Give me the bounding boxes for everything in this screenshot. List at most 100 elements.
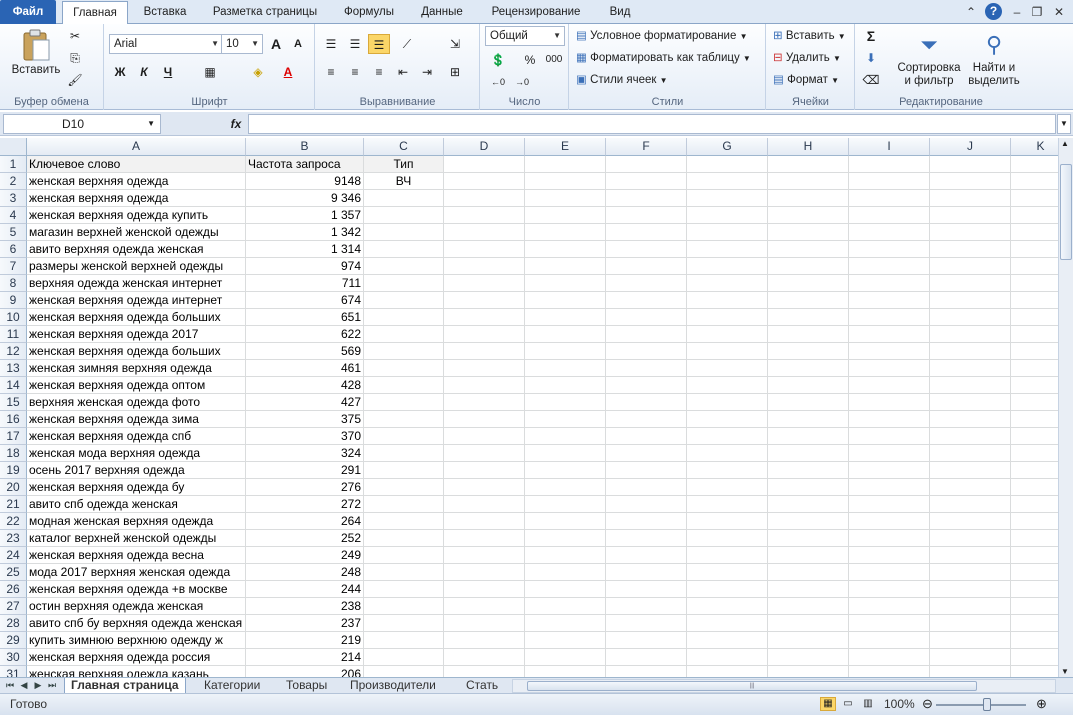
cell-g30[interactable] — [687, 649, 768, 666]
find-select-button[interactable]: ⚲ Найти и выделить — [964, 28, 1024, 88]
cell-b3[interactable]: 9 346 — [246, 190, 364, 207]
cell-h1[interactable] — [768, 156, 849, 173]
cell-d1[interactable] — [444, 156, 525, 173]
align-bottom-icon[interactable]: ☰ — [368, 34, 390, 54]
cell-f9[interactable] — [606, 292, 687, 309]
fill-color-icon[interactable]: ◈ — [247, 62, 269, 82]
next-sheet-icon[interactable]: ▶ — [32, 678, 44, 694]
cell-j5[interactable] — [930, 224, 1011, 241]
cell-e8[interactable] — [525, 275, 606, 292]
cell-f22[interactable] — [606, 513, 687, 530]
row-header[interactable]: 18 — [0, 445, 27, 462]
cell-g13[interactable] — [687, 360, 768, 377]
row-header[interactable]: 8 — [0, 275, 27, 292]
cell-g23[interactable] — [687, 530, 768, 547]
column-header-b[interactable]: B — [246, 138, 364, 156]
cell-k21[interactable] — [1011, 496, 1058, 513]
cell-b25[interactable]: 248 — [246, 564, 364, 581]
column-header-g[interactable]: G — [687, 138, 768, 156]
row-header[interactable]: 31 — [0, 666, 27, 677]
row-header[interactable]: 7 — [0, 258, 27, 275]
formula-input[interactable] — [248, 114, 1056, 134]
cell-j27[interactable] — [930, 598, 1011, 615]
page-break-view-icon[interactable]: ▥ — [860, 697, 876, 711]
tab-data[interactable]: Данные — [410, 0, 474, 24]
cell-e10[interactable] — [525, 309, 606, 326]
cell-g3[interactable] — [687, 190, 768, 207]
cell-g8[interactable] — [687, 275, 768, 292]
cell-i30[interactable] — [849, 649, 930, 666]
cell-d23[interactable] — [444, 530, 525, 547]
scroll-down-icon[interactable]: ▼ — [1061, 667, 1069, 676]
cell-d20[interactable] — [444, 479, 525, 496]
cell-g29[interactable] — [687, 632, 768, 649]
cell-d12[interactable] — [444, 343, 525, 360]
cell-j24[interactable] — [930, 547, 1011, 564]
cell-e7[interactable] — [525, 258, 606, 275]
cell-b19[interactable]: 291 — [246, 462, 364, 479]
format-as-table-button[interactable]: ▦ Форматировать как таблицу ▼ — [576, 50, 751, 64]
cell-e23[interactable] — [525, 530, 606, 547]
cell-c25[interactable] — [364, 564, 444, 581]
scroll-up-icon[interactable]: ▲ — [1061, 139, 1069, 148]
cell-c28[interactable] — [364, 615, 444, 632]
cell-i4[interactable] — [849, 207, 930, 224]
cell-e11[interactable] — [525, 326, 606, 343]
cell-e31[interactable] — [525, 666, 606, 677]
cell-h9[interactable] — [768, 292, 849, 309]
cell-b15[interactable]: 427 — [246, 394, 364, 411]
cell-i21[interactable] — [849, 496, 930, 513]
cell-d15[interactable] — [444, 394, 525, 411]
prev-sheet-icon[interactable]: ◀ — [18, 678, 30, 694]
cell-h6[interactable] — [768, 241, 849, 258]
cell-i12[interactable] — [849, 343, 930, 360]
cell-b30[interactable]: 214 — [246, 649, 364, 666]
cell-c17[interactable] — [364, 428, 444, 445]
cell-b14[interactable]: 428 — [246, 377, 364, 394]
sheet-tab-articles[interactable]: Стать — [460, 678, 504, 694]
cell-d2[interactable] — [444, 173, 525, 190]
row-header[interactable]: 21 — [0, 496, 27, 513]
cell-g24[interactable] — [687, 547, 768, 564]
cell-b13[interactable]: 461 — [246, 360, 364, 377]
cell-f15[interactable] — [606, 394, 687, 411]
italic-button[interactable]: К — [133, 62, 155, 82]
cell-i20[interactable] — [849, 479, 930, 496]
cell-e15[interactable] — [525, 394, 606, 411]
zoom-out-icon[interactable]: ⊖ — [922, 696, 933, 712]
first-sheet-icon[interactable]: ⏮ — [4, 678, 16, 694]
cell-c7[interactable] — [364, 258, 444, 275]
cell-j8[interactable] — [930, 275, 1011, 292]
cell-b10[interactable]: 651 — [246, 309, 364, 326]
cell-k2[interactable] — [1011, 173, 1058, 190]
cell-e20[interactable] — [525, 479, 606, 496]
align-center-icon[interactable]: ≡ — [344, 62, 366, 82]
cell-k10[interactable] — [1011, 309, 1058, 326]
cell-g31[interactable] — [687, 666, 768, 677]
cell-f24[interactable] — [606, 547, 687, 564]
cell-e19[interactable] — [525, 462, 606, 479]
cell-e3[interactable] — [525, 190, 606, 207]
cell-k18[interactable] — [1011, 445, 1058, 462]
cell-b27[interactable]: 238 — [246, 598, 364, 615]
paste-button[interactable]: Вставить — [8, 28, 64, 90]
cell-h15[interactable] — [768, 394, 849, 411]
cell-c4[interactable] — [364, 207, 444, 224]
cell-b16[interactable]: 375 — [246, 411, 364, 428]
cell-d9[interactable] — [444, 292, 525, 309]
sheet-tab-main[interactable]: Главная страница — [64, 678, 186, 694]
cell-b11[interactable]: 622 — [246, 326, 364, 343]
cell-f12[interactable] — [606, 343, 687, 360]
cell-c12[interactable] — [364, 343, 444, 360]
cell-b20[interactable]: 276 — [246, 479, 364, 496]
cell-c20[interactable] — [364, 479, 444, 496]
cell-d21[interactable] — [444, 496, 525, 513]
cell-e18[interactable] — [525, 445, 606, 462]
select-all-corner[interactable] — [0, 138, 27, 156]
cell-a3[interactable]: женская верхняя одежда — [27, 190, 246, 207]
cell-c19[interactable] — [364, 462, 444, 479]
decrease-indent-icon[interactable]: ⇤ — [392, 62, 414, 82]
tab-insert[interactable]: Вставка — [134, 0, 196, 24]
borders-icon[interactable]: ▦ — [199, 62, 221, 82]
cell-j25[interactable] — [930, 564, 1011, 581]
